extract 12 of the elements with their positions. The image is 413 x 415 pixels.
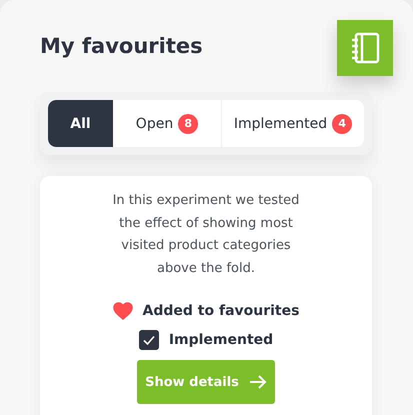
arrow-right-icon bbox=[248, 375, 267, 389]
heart-icon[interactable] bbox=[112, 302, 133, 320]
checkbox-label: Implemented bbox=[168, 332, 274, 348]
count-badge: 8 bbox=[178, 114, 198, 134]
checkbox[interactable] bbox=[138, 330, 159, 350]
notebook-icon[interactable] bbox=[337, 20, 393, 76]
page-title: My favourites bbox=[40, 34, 203, 58]
checkmark-icon bbox=[142, 333, 156, 347]
filter-tab[interactable]: All bbox=[48, 100, 113, 147]
count-badge: 4 bbox=[332, 114, 352, 134]
favourite-label: Added to favourites bbox=[142, 303, 300, 319]
description-text: In this experiment we tested the effect of showing most visited product categories above the fold. bbox=[112, 192, 300, 278]
